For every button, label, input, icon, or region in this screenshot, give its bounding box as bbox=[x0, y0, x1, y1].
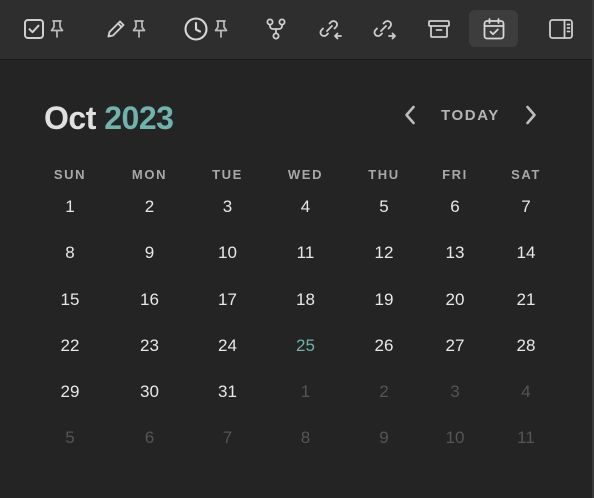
day-cell[interactable]: 15 bbox=[30, 281, 110, 327]
day-cell[interactable]: 13 bbox=[423, 234, 487, 280]
week-row: 8 9 10 11 12 13 14 bbox=[30, 234, 565, 280]
weekday-label: TUE bbox=[212, 167, 243, 182]
day-cell-adjacent-month[interactable]: 10 bbox=[423, 419, 487, 465]
day-cell[interactable]: 26 bbox=[345, 327, 423, 373]
day-cell-adjacent-month[interactable]: 9 bbox=[345, 419, 423, 465]
day-cell[interactable]: 9 bbox=[110, 234, 189, 280]
day-cell[interactable]: 16 bbox=[110, 281, 189, 327]
git-fork-icon bbox=[264, 17, 288, 41]
day-cell[interactable]: 23 bbox=[110, 327, 189, 373]
week-row: 1234567 bbox=[30, 188, 565, 234]
week-row: 5 6 7 8 9 10 11 bbox=[30, 419, 565, 465]
weekday-label: MON bbox=[131, 167, 168, 182]
day-cell-adjacent-month[interactable]: 5 bbox=[30, 419, 110, 465]
weekday-label: SUN bbox=[53, 167, 87, 182]
day-cell-adjacent-month[interactable]: 3 bbox=[423, 373, 487, 419]
day-cell[interactable]: 31 bbox=[189, 373, 266, 419]
day-cell[interactable]: 21 bbox=[487, 281, 565, 327]
outgoing-link-icon bbox=[371, 17, 397, 41]
previous-month-button[interactable] bbox=[399, 104, 421, 130]
year-label: 2023 bbox=[104, 100, 174, 136]
pin-icon bbox=[131, 19, 147, 39]
toolbar-backlinks-button[interactable] bbox=[312, 10, 348, 47]
day-cell[interactable]: 22 bbox=[30, 327, 110, 373]
day-cell[interactable]: 10 bbox=[189, 234, 266, 280]
week-row: 22 23 24 25 26 27 28 bbox=[30, 327, 565, 373]
day-cell[interactable]: 4 bbox=[266, 188, 345, 234]
day-cell[interactable]: 18 bbox=[266, 281, 345, 327]
next-month-button[interactable] bbox=[520, 104, 542, 130]
day-cell[interactable]: 3 bbox=[189, 188, 266, 234]
toolbar-right-sidebar-button[interactable] bbox=[542, 10, 580, 47]
toolbar-edit-button[interactable] bbox=[98, 10, 154, 47]
toolbar-archive-button[interactable] bbox=[420, 10, 458, 47]
toolbar-outgoing-links-button[interactable] bbox=[366, 10, 402, 47]
day-cell-adjacent-month[interactable]: 2 bbox=[345, 373, 423, 419]
chevron-right-icon bbox=[524, 104, 538, 131]
day-cell[interactable]: 20 bbox=[423, 281, 487, 327]
day-cell-adjacent-month[interactable]: 7 bbox=[189, 419, 266, 465]
archive-icon bbox=[427, 18, 451, 40]
calendar-check-icon bbox=[482, 17, 506, 41]
day-cell[interactable]: 14 bbox=[487, 234, 565, 280]
day-cell-adjacent-month[interactable]: 8 bbox=[266, 419, 345, 465]
weekday-label: FRI bbox=[442, 167, 468, 182]
day-cell[interactable]: 12 bbox=[345, 234, 423, 280]
pin-icon bbox=[213, 19, 229, 39]
week-row: 29 30 31 1 2 3 4 bbox=[30, 373, 565, 419]
incoming-link-icon bbox=[317, 17, 343, 41]
month-label: Oct bbox=[44, 100, 96, 136]
day-cell-adjacent-month[interactable]: 4 bbox=[487, 373, 565, 419]
clock-icon bbox=[183, 16, 209, 42]
day-cell[interactable]: 6 bbox=[423, 188, 487, 234]
day-cell[interactable]: 7 bbox=[487, 188, 565, 234]
month-title: Oct 2023 bbox=[44, 98, 174, 138]
day-cell[interactable]: 30 bbox=[110, 373, 189, 419]
pencil-icon bbox=[105, 18, 127, 40]
day-cell[interactable]: 1 bbox=[30, 188, 110, 234]
right-sidebar-icon bbox=[548, 18, 574, 40]
day-cell[interactable]: 29 bbox=[30, 373, 110, 419]
day-cell-adjacent-month[interactable]: 6 bbox=[110, 419, 189, 465]
day-cell[interactable]: 28 bbox=[487, 327, 565, 373]
weekday-label: THU bbox=[368, 167, 400, 182]
day-cell[interactable]: 8 bbox=[30, 234, 110, 280]
day-cell-adjacent-month[interactable]: 1 bbox=[266, 373, 345, 419]
day-cell[interactable]: 27 bbox=[423, 327, 487, 373]
day-cell[interactable]: 11 bbox=[266, 234, 345, 280]
pin-icon bbox=[49, 19, 65, 39]
calendar-view: Oct 2023 TODAY SUN MON TUE WED THU FRI S… bbox=[0, 0, 594, 498]
weekday-header-row: SUN MON TUE WED THU FRI SAT bbox=[30, 162, 565, 188]
day-cell[interactable]: 2 bbox=[110, 188, 189, 234]
toolbar-calendar-button[interactable] bbox=[469, 10, 518, 47]
chevron-left-icon bbox=[403, 104, 417, 131]
day-cell[interactable]: 19 bbox=[345, 281, 423, 327]
toolbar bbox=[0, 0, 594, 60]
day-cell[interactable]: 24 bbox=[189, 327, 266, 373]
weeks-container: 1 2 3 4 5 6 7 8 9 10 11 12 13 14 15 16 17 18 19 20 21 22 23 24 2… bbox=[30, 188, 565, 466]
day-cell-today[interactable]: 25 bbox=[266, 327, 345, 373]
calendar-grid: SUN MON TUE WED THU FRI SAT 1 2 3 4 5 6 7 8 9 10 1… bbox=[30, 162, 565, 466]
toolbar-graph-button[interactable] bbox=[258, 10, 294, 47]
checkbox-icon bbox=[23, 18, 45, 40]
toolbar-recent-button[interactable] bbox=[177, 10, 235, 47]
day-cell[interactable]: 5 bbox=[345, 188, 423, 234]
day-cell[interactable]: 17 bbox=[189, 281, 266, 327]
toolbar-tasks-button[interactable] bbox=[16, 10, 72, 47]
weekday-label: SAT bbox=[511, 167, 541, 182]
weekday-label: WED bbox=[287, 167, 324, 182]
day-cell-adjacent-month[interactable]: 11 bbox=[487, 419, 565, 465]
week-row: 15 16 17 18 19 20 21 bbox=[30, 281, 565, 327]
